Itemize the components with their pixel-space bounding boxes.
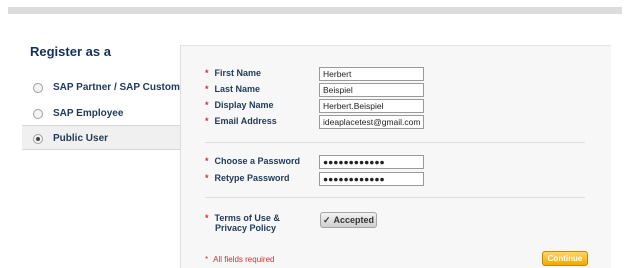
required-marker: * <box>205 84 209 94</box>
checkmark-icon: ✓ <box>322 215 331 225</box>
password-input[interactable] <box>319 155 424 169</box>
retype-password-input[interactable] <box>319 172 424 186</box>
required-marker: * <box>205 100 209 110</box>
divider <box>205 197 585 198</box>
first-name-input[interactable] <box>319 67 424 81</box>
required-marker: * <box>205 255 209 264</box>
retype-password-label: * Retype Password <box>205 173 290 183</box>
required-marker: * <box>205 173 209 183</box>
display-name-label: * Display Name <box>205 100 274 110</box>
required-marker: * <box>205 68 209 78</box>
divider <box>205 142 585 143</box>
choose-password-label: * Choose a Password <box>205 156 301 166</box>
required-marker: * <box>205 116 209 126</box>
option-label: SAP Employee <box>53 108 124 119</box>
radio-selected-icon[interactable] <box>33 133 43 144</box>
first-name-label: * First Name <box>205 68 262 78</box>
required-marker: * <box>205 213 209 223</box>
last-name-label: * Last Name <box>205 84 261 94</box>
option-label: Public User <box>53 133 109 144</box>
register-as-title: Register as a <box>30 44 111 59</box>
accepted-label: Accepted <box>333 215 375 225</box>
all-fields-required-note: * All fields required <box>205 255 275 264</box>
email-input[interactable] <box>319 115 424 129</box>
radio-icon[interactable] <box>33 82 43 93</box>
top-bar <box>8 7 622 14</box>
option-sap-employee[interactable]: SAP Employee <box>33 108 123 119</box>
display-name-input[interactable] <box>319 99 424 113</box>
email-label: * Email Address <box>205 116 277 126</box>
option-label: SAP Partner / SAP Customer <box>53 82 190 93</box>
radio-icon[interactable] <box>33 108 43 119</box>
option-public-user[interactable]: Public User <box>33 133 108 144</box>
privacy-policy-label: Privacy Policy <box>215 223 277 233</box>
continue-button[interactable]: Continue <box>542 251 588 266</box>
required-marker: * <box>205 156 209 166</box>
terms-label: * Terms of Use & <box>205 213 280 223</box>
last-name-input[interactable] <box>319 83 424 97</box>
accepted-button[interactable]: ✓ Accepted <box>320 212 377 228</box>
option-sap-partner-customer[interactable]: SAP Partner / SAP Customer <box>33 82 189 93</box>
